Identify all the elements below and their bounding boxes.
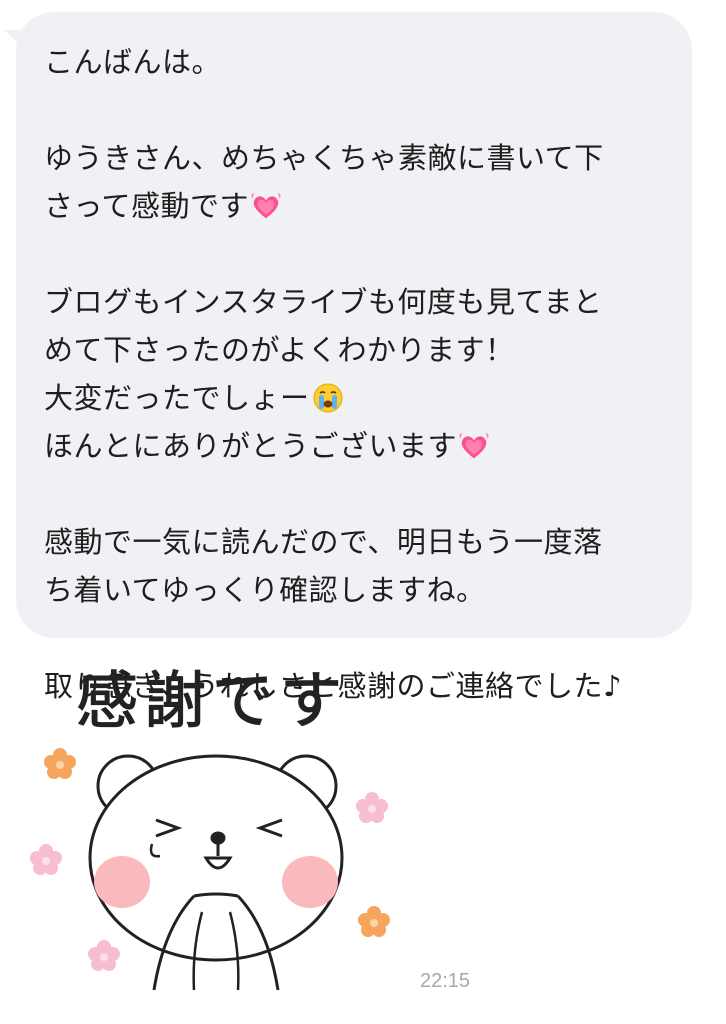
flower-icon: [356, 792, 388, 823]
flower-icon: [358, 906, 390, 937]
message-line-text: さって感動です: [44, 189, 250, 223]
message-line: 感動で一気に読んだので、明日もう一度落: [44, 525, 603, 559]
message-line: めて下さったのがよくわかります！: [44, 333, 515, 367]
message-line-with-emoji: 大変だったでしょー: [44, 374, 672, 422]
message-line-blank: [44, 470, 672, 518]
heart-icon: [251, 193, 281, 219]
heart-icon: [459, 433, 489, 459]
message-line-with-emoji: さって感動です: [44, 182, 672, 230]
bear-sticker-icon[interactable]: 感謝です: [24, 660, 404, 990]
message-line-blank: [44, 86, 672, 134]
bear-figure: [88, 754, 344, 990]
flower-icon: [30, 844, 62, 875]
message-line: ち着いてゆっくり確認しますね。: [44, 573, 486, 607]
flower-icon: [44, 748, 76, 779]
message-line-with-emoji: ほんとにありがとうございます: [44, 422, 672, 470]
message-line: ブログもインスタライブも何度も見てまと: [44, 285, 603, 319]
message-line-text: 大変だったでしょー: [44, 381, 310, 415]
message-bubble[interactable]: こんばんは。 ゆうきさん、めちゃくちゃ素敵に書いて下 さって感動です ブログもイ…: [16, 12, 692, 703]
message-line-blank: [44, 230, 672, 278]
sticker-caption: 感謝です: [76, 664, 348, 737]
message-line: ゆうきさん、めちゃくちゃ素敵に書いて下: [44, 141, 604, 175]
message-line-blank: [44, 614, 672, 662]
message-line-text: ほんとにありがとうございます: [44, 429, 458, 463]
crying-face-icon: [313, 383, 343, 413]
message-timestamp: 22:15: [420, 970, 471, 992]
message-line: こんばんは。: [44, 45, 222, 79]
chat-view: こんばんは。 ゆうきさん、めちゃくちゃ素敵に書いて下 さって感動です ブログもイ…: [0, 0, 726, 1024]
flower-icon: [88, 940, 120, 971]
